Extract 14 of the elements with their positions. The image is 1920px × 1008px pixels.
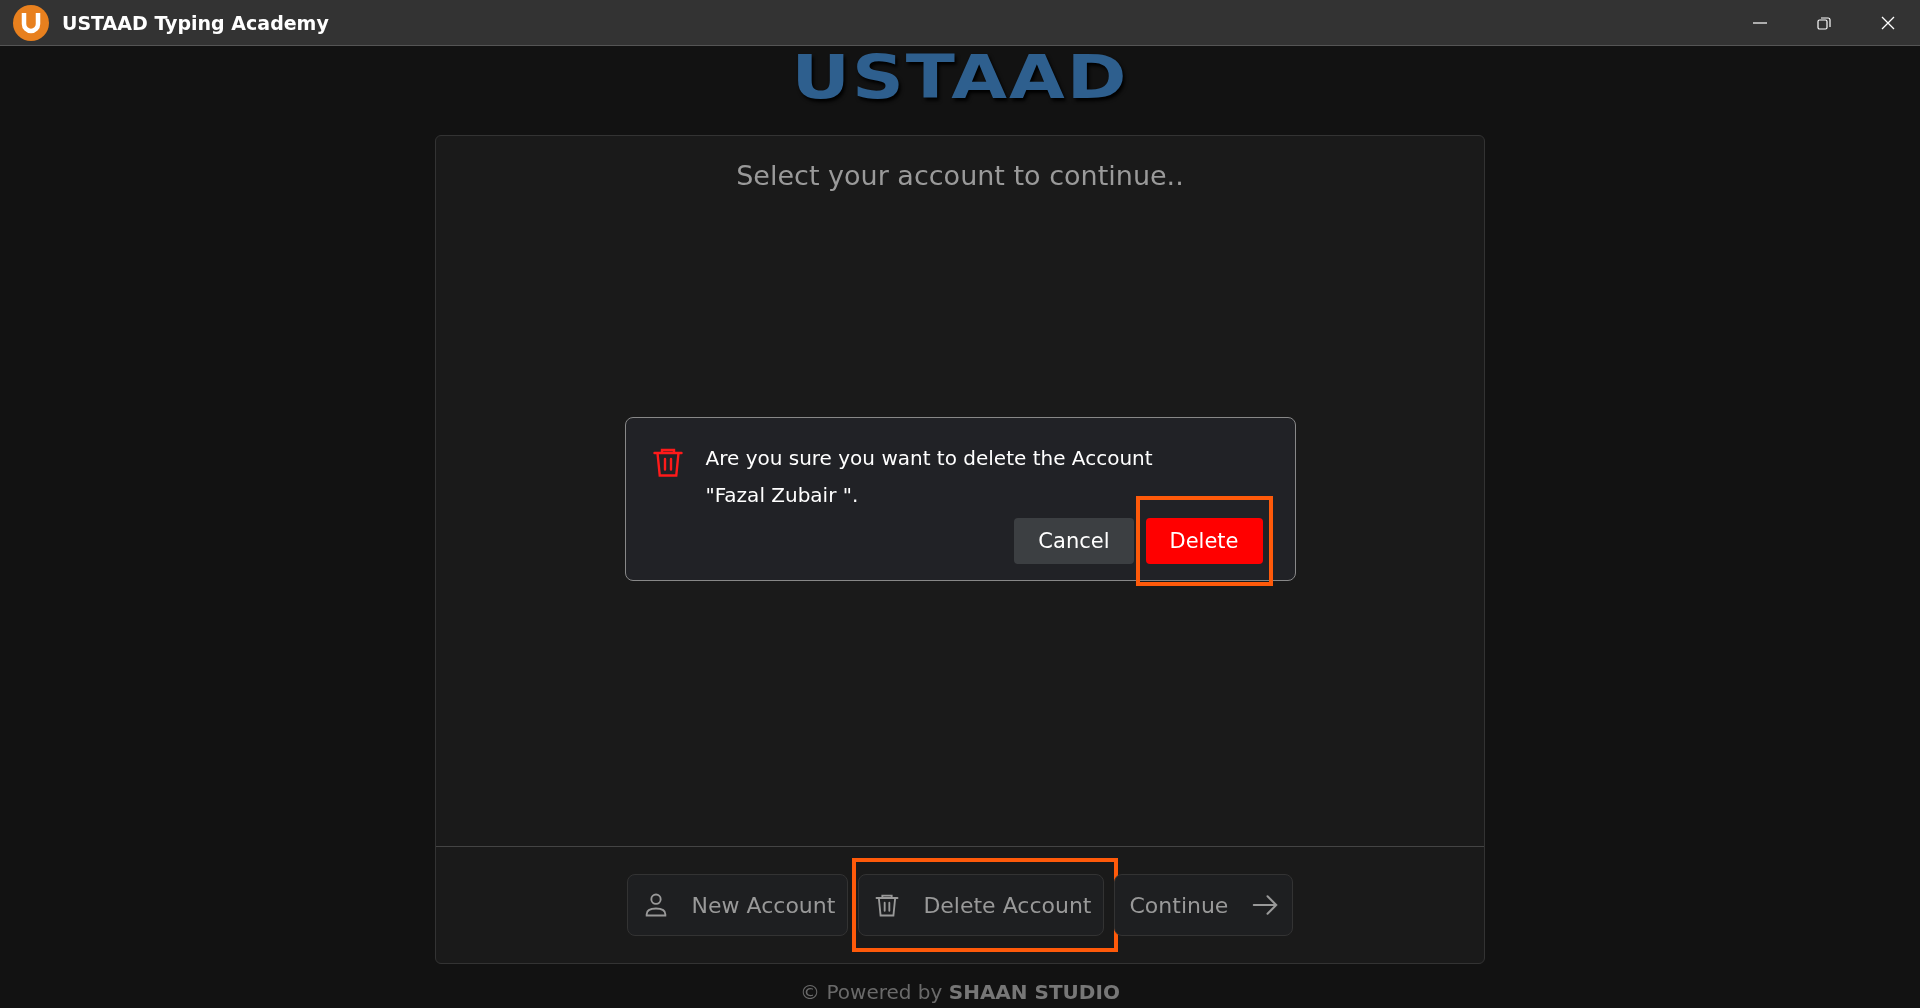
cancel-button[interactable]: Cancel <box>1014 517 1134 564</box>
delete-button[interactable]: Delete <box>1145 517 1263 564</box>
window-title: USTAAD Typing Academy <box>62 11 330 34</box>
logo: USTAAD <box>791 47 1129 107</box>
dialog-message: Are you sure you want to delete the Account "Fazal Zubair ". <box>705 444 1154 509</box>
action-button[interactable]: New Account <box>626 874 849 936</box>
minimize-icon <box>1753 21 1767 24</box>
action-button[interactable]: Continue <box>1114 874 1294 936</box>
close-icon <box>1880 14 1896 31</box>
restore-icon <box>1816 14 1832 31</box>
action-button[interactable]: Delete Account <box>858 874 1105 936</box>
powered-by-text: © Powered by SHAAN STUDIO <box>799 980 1121 1004</box>
app-logo-icon <box>12 3 50 42</box>
card-title: Select your account to continue.. <box>736 160 1184 191</box>
